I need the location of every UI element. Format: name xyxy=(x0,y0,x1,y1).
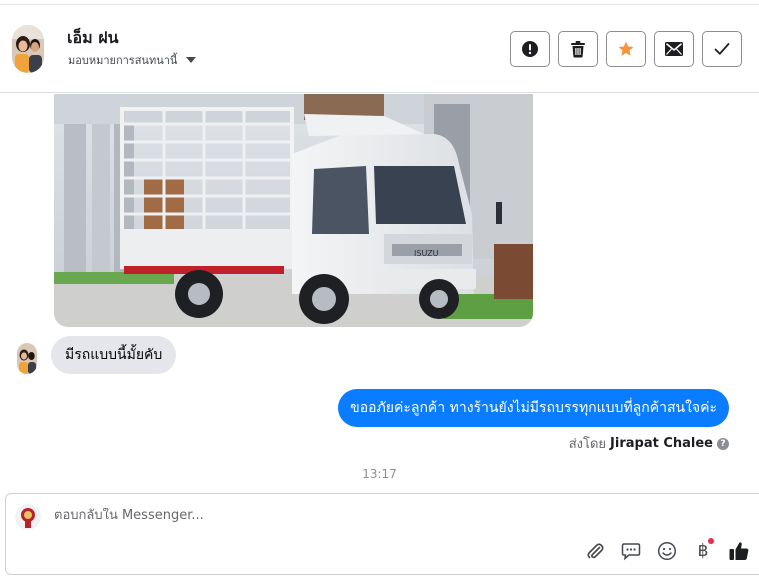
contact-avatar-small[interactable] xyxy=(17,343,37,374)
baht-icon: ฿ xyxy=(697,541,709,561)
delete-button[interactable] xyxy=(558,31,598,67)
conversation-header: เอ็ม ฝน มอบหมายการสนทนานี้ xyxy=(0,5,759,93)
message-timestamp: 13:17 xyxy=(362,467,397,481)
trash-icon xyxy=(571,41,585,58)
reply-composer: ฿ xyxy=(5,493,759,575)
chat-bubble-icon xyxy=(621,543,641,561)
notification-dot xyxy=(708,538,714,544)
assign-label: มอบหมายการสนทนานี้ xyxy=(68,54,178,67)
reply-input[interactable] xyxy=(54,508,574,523)
alert-circle-icon xyxy=(522,41,538,57)
truck-brand-text: ISUZU xyxy=(414,249,439,258)
thumbs-up-icon xyxy=(729,542,749,560)
incoming-message-bubble[interactable]: มีรถแบบนี้มั้ยคับ xyxy=(51,336,177,374)
like-button[interactable] xyxy=(728,540,750,562)
check-icon xyxy=(714,43,730,55)
composer-tools: ฿ xyxy=(584,538,750,562)
header-actions xyxy=(510,31,742,67)
mark-done-button[interactable] xyxy=(702,31,742,67)
outgoing-message-bubble[interactable]: ขออภัยค่ะลูกค้า ทางร้านยังไม่มีรถบรรทุกแ… xyxy=(338,389,729,427)
question-icon[interactable]: ? xyxy=(717,437,729,450)
truck-photo-attachment[interactable]: ISUZU xyxy=(54,94,533,327)
envelope-icon xyxy=(665,42,683,56)
contact-avatar[interactable] xyxy=(12,25,44,73)
smiley-icon xyxy=(657,541,677,561)
sent-by-line: ส่งโดย Jirapat Chalee ? xyxy=(569,433,729,454)
payment-button[interactable]: ฿ xyxy=(692,538,714,562)
emoji-button[interactable] xyxy=(656,540,678,562)
attach-button[interactable] xyxy=(584,540,606,562)
mark-spam-button[interactable] xyxy=(510,31,550,67)
page-avatar xyxy=(15,504,41,530)
assign-conversation-dropdown[interactable]: มอบหมายการสนทนานี้ xyxy=(68,51,197,69)
paperclip-icon xyxy=(587,543,604,559)
star-button[interactable] xyxy=(606,31,646,67)
saved-replies-button[interactable] xyxy=(620,540,642,562)
contact-name[interactable]: เอ็ม ฝน xyxy=(67,26,119,51)
star-icon xyxy=(618,41,634,56)
sent-by-prefix: ส่งโดย xyxy=(568,437,607,452)
sent-by-name: Jirapat Chalee xyxy=(610,436,713,451)
mark-unread-button[interactable] xyxy=(654,31,694,67)
caret-down-icon xyxy=(186,57,197,63)
